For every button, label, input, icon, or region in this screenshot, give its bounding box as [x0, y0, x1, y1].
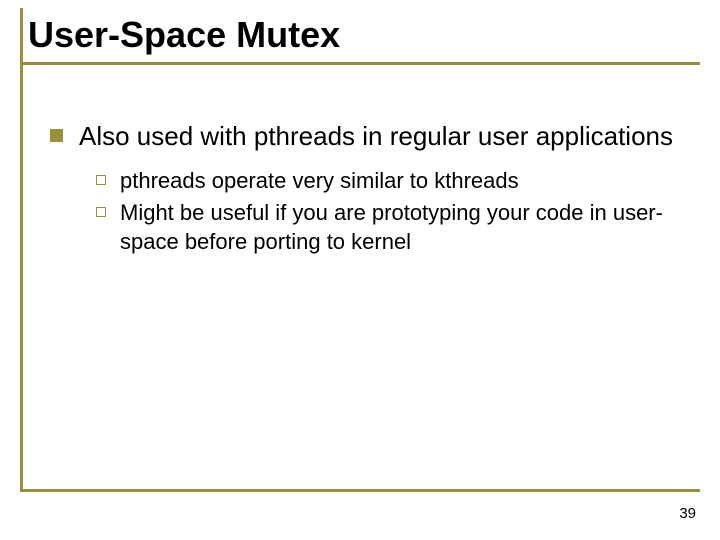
slide-title: User-Space Mutex [28, 14, 340, 62]
bullet-level2-text: Might be useful if you are prototyping y… [120, 199, 680, 256]
bullet-level2: Might be useful if you are prototyping y… [96, 199, 680, 256]
bullet-level1-text: Also used with pthreads in regular user … [79, 120, 673, 153]
title-underline [23, 62, 700, 65]
hollow-square-bullet-icon [96, 207, 106, 217]
hollow-square-bullet-icon [96, 175, 106, 185]
square-bullet-icon [50, 129, 63, 142]
bullet-level2: pthreads operate very similar to kthread… [96, 167, 680, 196]
bullet-level2-group: pthreads operate very similar to kthread… [96, 167, 680, 257]
page-number: 39 [679, 505, 696, 522]
slide: User-Space Mutex Also used with pthreads… [0, 0, 720, 540]
bullet-level1: Also used with pthreads in regular user … [50, 120, 680, 153]
bullet-level2-text: pthreads operate very similar to kthread… [120, 167, 519, 196]
slide-body: Also used with pthreads in regular user … [50, 120, 680, 260]
